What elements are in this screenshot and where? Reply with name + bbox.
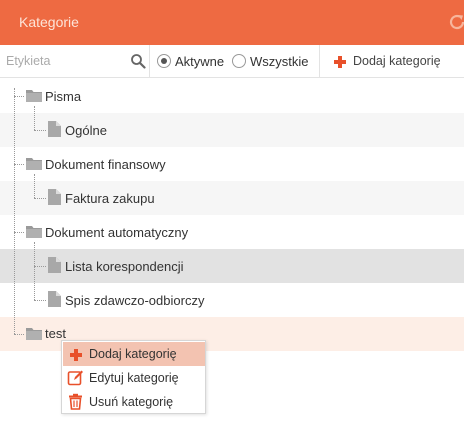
- folder-icon: [26, 158, 42, 170]
- folder-icon: [26, 226, 42, 238]
- tree-connector: [34, 106, 35, 130]
- folder-icon: [26, 90, 42, 102]
- file-icon: [48, 257, 61, 273]
- search-icon[interactable]: [130, 53, 146, 69]
- context-menu-add[interactable]: Dodaj kategorię: [63, 342, 205, 366]
- tree-node-ogolne[interactable]: Ogólne: [65, 123, 107, 138]
- radio-all-label[interactable]: Wszystkie: [250, 54, 309, 69]
- tree-connector: [34, 242, 35, 300]
- context-menu: Dodaj kategorię Edytuj kategorię Usuń ka…: [61, 340, 206, 414]
- radio-active-label[interactable]: Aktywne: [175, 54, 224, 69]
- toolbar-divider: [149, 45, 150, 78]
- context-menu-edit[interactable]: Edytuj kategorię: [63, 366, 205, 390]
- tree-node-lista-korespondencji[interactable]: Lista korespondencji: [65, 259, 184, 274]
- tree-connector: [34, 198, 46, 199]
- radio-active[interactable]: [157, 54, 171, 68]
- tree-connector: [14, 96, 24, 97]
- panel-title: Kategorie: [19, 14, 79, 30]
- context-menu-edit-label: Edytuj kategorię: [89, 371, 179, 385]
- plus-icon: [334, 56, 346, 68]
- context-menu-delete[interactable]: Usuń kategorię: [63, 390, 205, 414]
- tree-connector: [14, 334, 24, 335]
- tree-node-faktura-zakupu[interactable]: Faktura zakupu: [65, 191, 155, 206]
- context-menu-add-label: Dodaj kategorię: [89, 347, 177, 361]
- tree-connector: [14, 232, 24, 233]
- add-category-label: Dodaj kategorię: [353, 54, 441, 68]
- tree-connector: [34, 174, 35, 198]
- tree-node-dokument-finansowy[interactable]: Dokument finansowy: [45, 157, 166, 172]
- folder-icon: [26, 328, 42, 340]
- panel-header: Kategorie: [0, 0, 464, 45]
- file-icon: [48, 291, 61, 307]
- radio-all[interactable]: [232, 54, 246, 68]
- plus-icon: [70, 349, 82, 361]
- tree-node-pisma[interactable]: Pisma: [45, 89, 81, 104]
- add-category-button[interactable]: Dodaj kategorię: [320, 45, 464, 78]
- tree-connector: [14, 88, 15, 334]
- trash-icon: [69, 393, 82, 410]
- tree-node-spis-zdawczo-odbiorczy[interactable]: Spis zdawczo-odbiorczy: [65, 293, 204, 308]
- file-icon: [48, 189, 61, 205]
- tree-node-test[interactable]: test: [45, 326, 66, 341]
- tree-connector: [34, 130, 46, 131]
- tree-connector: [34, 266, 46, 267]
- toolbar: Aktywne Wszystkie Dodaj kategorię: [0, 45, 464, 78]
- search-input[interactable]: [0, 48, 148, 74]
- tree-connector: [34, 300, 46, 301]
- tree-connector: [14, 164, 24, 165]
- file-icon: [48, 121, 61, 137]
- tree-node-dokument-automatyczny[interactable]: Dokument automatyczny: [45, 225, 188, 240]
- context-menu-delete-label: Usuń kategorię: [89, 395, 174, 409]
- edit-icon: [67, 370, 83, 386]
- refresh-icon[interactable]: [447, 12, 464, 32]
